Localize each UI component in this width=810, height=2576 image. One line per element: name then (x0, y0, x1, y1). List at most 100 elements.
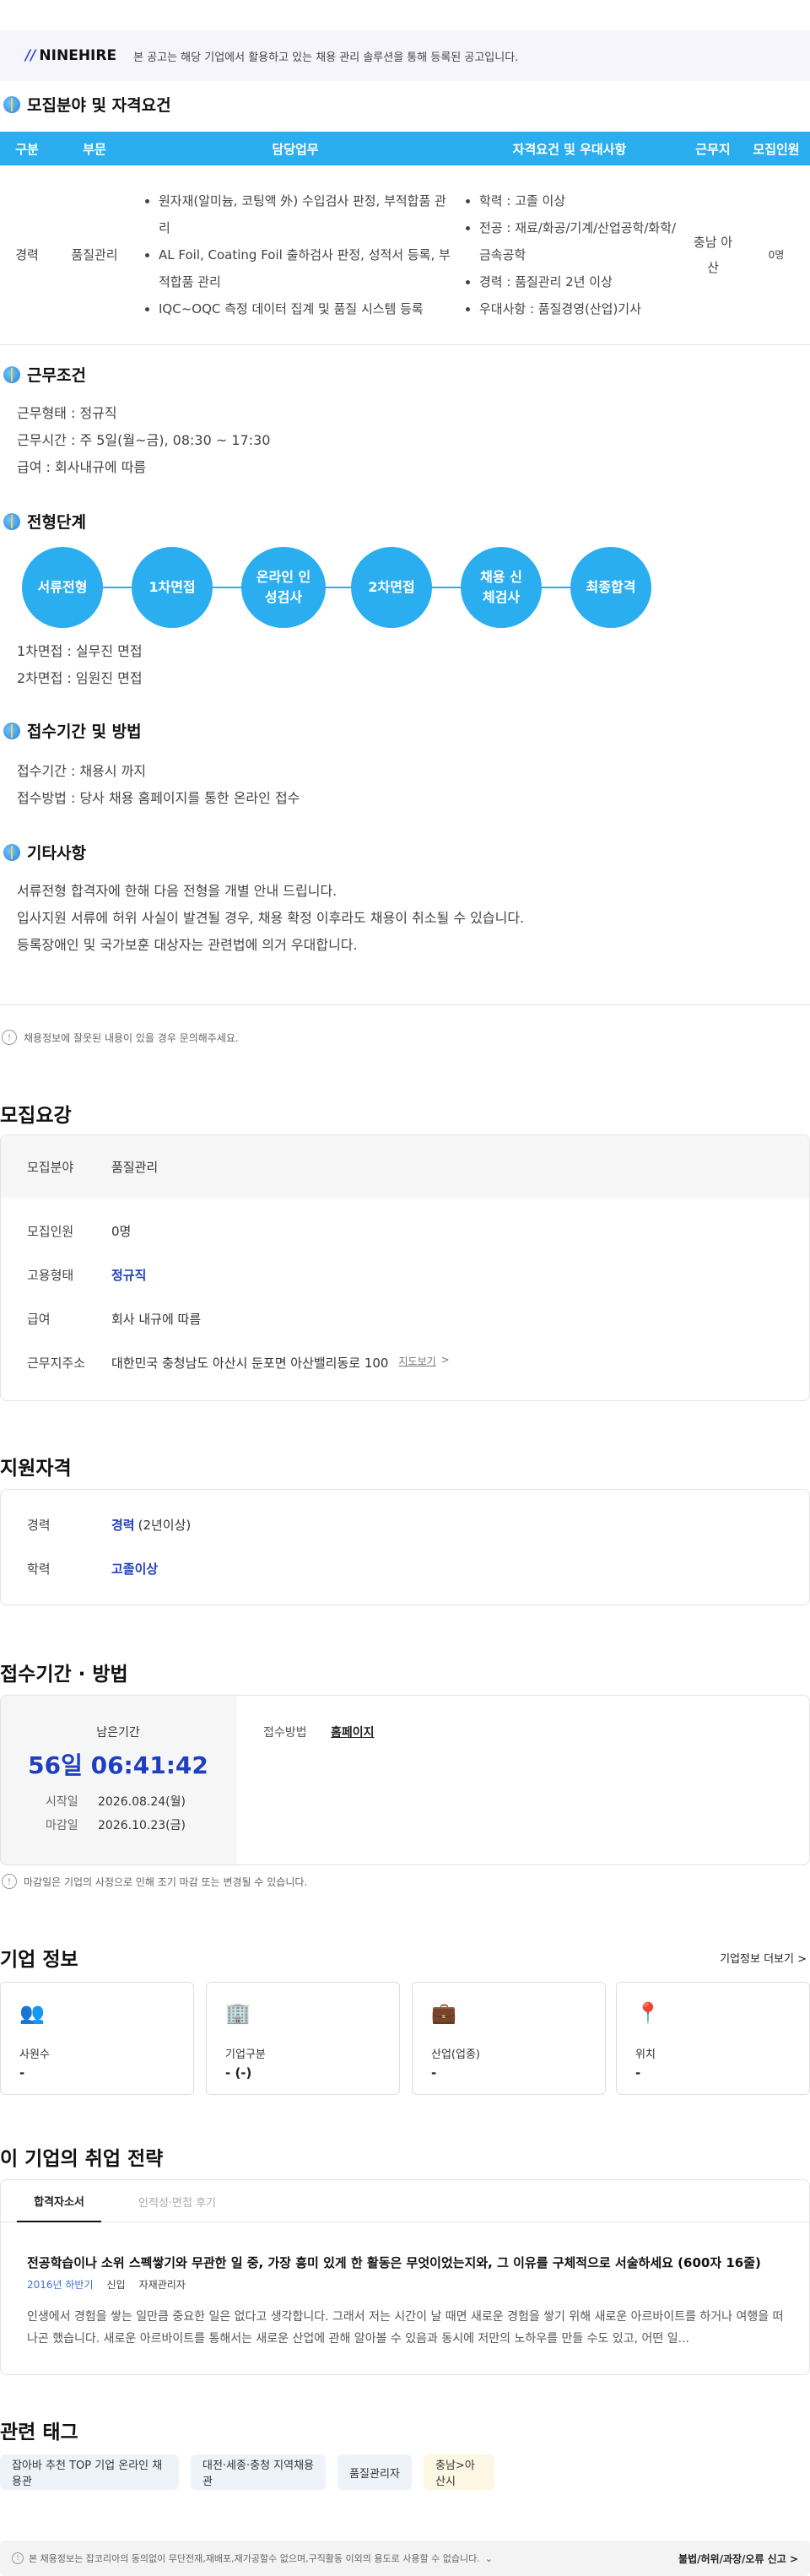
section-title: 근무조건 (3, 363, 86, 386)
apply-line: 접수기간 : 채용시 까지 (17, 763, 147, 779)
period-title: 접수기간 · 방법 (0, 1664, 128, 1686)
divider (0, 1004, 810, 1005)
globe-icon (3, 512, 20, 530)
summary-row: 모집인원 0명 (27, 1224, 132, 1239)
tab-interview-review[interactable]: 인적성·면접 후기 (127, 2180, 228, 2222)
qual-title: 지원자격 (0, 1458, 72, 1480)
strategy-tabs (1, 2180, 809, 2222)
process-line: 1차면접 : 실무진 면접 (17, 643, 143, 659)
requirements-table: 구분 부문 담당업무 자격요건 및 우대사항 근무지 모집인원 경력 품질관리 … (0, 132, 810, 345)
chevron-right-icon: > (797, 1953, 807, 1966)
strategy-question[interactable]: 전공학습이나 소위 스펙쌓기와 무관한 일 중, 가장 흥미 있게 한 활동은 … (27, 2254, 786, 2271)
quals-cell: 학력 : 고졸 이상 전공 : 재료/화공/기계/산업공학/화학/금속공학 경력… (456, 165, 683, 345)
type-cell: 경력 (0, 165, 54, 345)
process-steps: 서류전형 1차면접 온라인 인성검사 2차면접 채용 신체검사 최종합격 (22, 547, 663, 628)
summary-row: 급여 회사 내규에 따름 (27, 1312, 202, 1327)
qual-row: 학력 고졸이상 (27, 1561, 159, 1577)
summary-row: 고용형태 정규직 (27, 1268, 147, 1283)
list-item: 우대사항 : 품질경영(산업)기사 (479, 295, 678, 322)
ninehire-mark-icon: // (25, 47, 36, 64)
start-row: 시작일 2026.08.24(월) (46, 1795, 186, 1809)
list-item: 학력 : 고졸 이상 (479, 187, 678, 214)
location-cell: 충남 아산 (683, 165, 742, 345)
strategy-answer: 인생에서 경험을 쌓는 일만큼 중요한 일은 없다고 생각합니다. 그래서 저는… (27, 2310, 784, 2346)
company-more-link[interactable]: 기업정보 더보기 > (720, 1950, 807, 1966)
remain-label: 남은기간 (96, 1726, 140, 1740)
people-icon: 👥 (19, 2001, 45, 2025)
step-connector (39, 587, 646, 588)
dept-cell: 품질관리 (54, 165, 135, 345)
end-row: 마감일 2026.10.23(금) (46, 1819, 186, 1832)
company-card: 💼 산업(업종) - (412, 1982, 606, 2095)
qual-row: 경력 경력 (2년이상) (27, 1518, 192, 1533)
section-title: 전형단계 (3, 510, 86, 533)
step-circle: 최종합격 (570, 547, 651, 628)
table-header: 담당업무 (135, 132, 456, 165)
briefcase-icon: 💼 (431, 2001, 456, 2025)
report-link[interactable]: 불법/허위/과장/오류 신고 > (678, 2552, 798, 2566)
summary-row: 근무지주소 대한민국 충청남도 아산시 둔포면 아산밸리동로 100 지도보기 > (27, 1354, 450, 1372)
condition-line: 근무형태 : 정규직 (17, 405, 117, 421)
tag[interactable]: 충남>아산시 (424, 2454, 494, 2490)
apply-line: 접수방법 : 당사 채용 홈페이지를 통한 온라인 접수 (17, 790, 300, 806)
table-row: 경력 품질관리 원자재(알미늄, 코팅액 外) 수입검사 판정, 부적합품 관리… (0, 165, 810, 345)
period-note: ! 마감일은 기업의 사정으로 인해 조기 마감 또는 변경될 수 있습니다. (2, 1874, 307, 1889)
tag[interactable]: 품질관리자 (338, 2454, 412, 2490)
footer-bar: ! 본 채용정보는 잡코리아의 동의없이 무단전재,재배포,재가공할수 없으며,구… (0, 2541, 810, 2576)
remain-value: 56일 06:41:42 (28, 1751, 208, 1779)
table-header: 모집인원 (742, 132, 810, 165)
step-circle: 2차면접 (351, 547, 432, 628)
report-note: ! 채용정보에 잘못된 내용이 있을 경우 문의해주세요. (2, 1030, 239, 1045)
list-item: AL Foil, Coating Foil 출하검사 판정, 성적서 등록, 부… (159, 241, 451, 295)
table-header: 근무지 (683, 132, 742, 165)
building-icon: 🏢 (225, 2001, 251, 2025)
list-item: 원자재(알미늄, 코팅액 外) 수입검사 판정, 부적합품 관리 (159, 187, 451, 241)
list-item: IQC~OQC 측정 데이터 집계 및 품질 시스템 등록 (159, 295, 451, 322)
list-item: 경력 : 품질관리 2년 이상 (479, 268, 678, 295)
table-header: 자격요건 및 우대사항 (456, 132, 683, 165)
section-title: 접수기간 및 방법 (3, 719, 142, 742)
step-circle: 온라인 인성검사 (241, 547, 326, 628)
condition-line: 근무시간 : 주 5일(월~금), 08:30 ~ 17:30 (17, 432, 271, 448)
globe-icon (3, 843, 20, 861)
summary-title: 모집요강 (0, 1105, 72, 1127)
section-title: 기타사항 (3, 841, 86, 863)
method-row: 접수방법 홈페이지 (263, 1724, 375, 1740)
globe-icon (3, 722, 20, 739)
location-pin-icon: 📍 (635, 2001, 661, 2025)
list-item: 전공 : 재료/화공/기계/산업공학/화학/금속공학 (479, 214, 678, 268)
strategy-meta: 2016년 하반기 신입 자재관리자 (27, 2279, 186, 2291)
chevron-down-icon[interactable]: ⌄ (485, 2553, 493, 2564)
homepage-link[interactable]: 홈페이지 (331, 1724, 375, 1740)
map-link[interactable]: 지도보기 (398, 1354, 435, 1372)
tag[interactable]: 대전·세종·충청 지역채용관 (191, 2454, 326, 2490)
etc-line: 입사지원 서류에 허위 사실이 발견될 경우, 채용 확정 이후라도 채용이 취… (17, 910, 525, 926)
notice-bar: //NINEHIRE 본 공고는 해당 기업에서 활용하고 있는 채용 관리 솔… (0, 30, 810, 81)
globe-icon (3, 95, 20, 113)
process-line: 2차면접 : 임원진 면접 (17, 670, 143, 686)
chevron-right-icon: > (440, 1354, 450, 1366)
tag[interactable]: 잡아바 추천 TOP 기업 온라인 채용관 (0, 2454, 179, 2490)
strategy-title: 이 기업의 취업 전략 (0, 2148, 164, 2170)
info-icon: ! (12, 2552, 24, 2564)
company-card: 👥 사원수 - (0, 1982, 194, 2095)
globe-icon (3, 365, 20, 383)
step-circle: 서류전형 (22, 547, 103, 628)
table-header: 부문 (54, 132, 135, 165)
duties-cell: 원자재(알미늄, 코팅액 外) 수입검사 판정, 부적합품 관리 AL Foil… (135, 165, 456, 345)
step-circle: 1차면접 (132, 547, 213, 628)
footer-note: ! 본 채용정보는 잡코리아의 동의없이 무단전재,재배포,재가공할수 없으며,구… (12, 2552, 493, 2565)
table-header: 구분 (0, 132, 54, 165)
info-icon: ! (2, 1874, 17, 1889)
etc-line: 등록장애인 및 국가보훈 대상자는 관련법에 의거 우대합니다. (17, 937, 358, 953)
etc-line: 서류전형 합격자에 한해 다음 전형을 개별 안내 드립니다. (17, 883, 338, 899)
headcount-cell: 0명 (742, 165, 810, 345)
company-card: 📍 위치 - (616, 1982, 810, 2095)
section-title: 모집분야 및 자격요건 (3, 93, 171, 116)
tab-cover-letter[interactable]: 합격자소서 (17, 2180, 101, 2222)
condition-line: 급여 : 회사내규에 따름 (17, 459, 147, 475)
qual-box (0, 1489, 810, 1605)
step-circle: 채용 신체검사 (461, 547, 542, 628)
notice-text: 본 공고는 해당 기업에서 활용하고 있는 채용 관리 솔루션을 통해 등록된 … (133, 51, 519, 64)
ninehire-logo: //NINEHIRE (25, 47, 117, 64)
